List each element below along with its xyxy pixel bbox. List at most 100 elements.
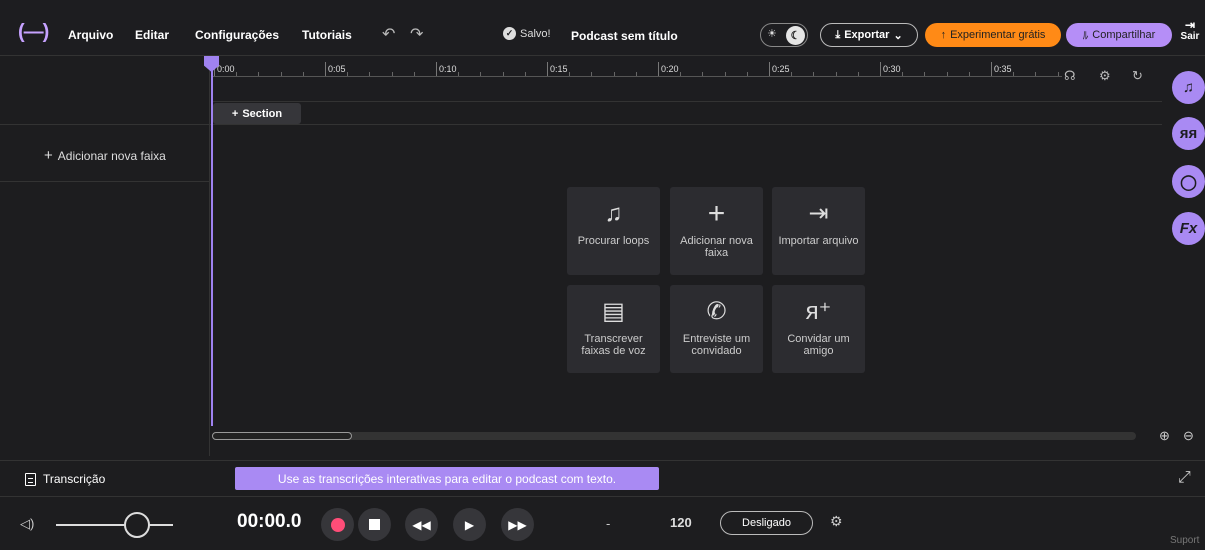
ruler-minor-tick <box>502 72 504 76</box>
share-button[interactable]: ﾙ Compartilhar <box>1066 23 1172 47</box>
ruler-minor-tick <box>236 72 238 76</box>
plus-icon: + <box>44 147 53 164</box>
transcription-bar: Transcrição Use as transcrições interati… <box>0 460 1205 496</box>
volume-slider-knob[interactable] <box>124 512 150 538</box>
music-icon[interactable]: ♫ <box>1172 71 1205 104</box>
bpm-value[interactable]: 120 <box>670 515 692 530</box>
ruler-minor-tick <box>302 72 304 76</box>
tile-add-track[interactable]: + Adicionar nova faixa <box>670 187 763 275</box>
scrollbar-thumb[interactable] <box>212 432 352 440</box>
plus-icon: + <box>707 197 726 230</box>
undo-icon[interactable]: ↶ <box>382 24 395 44</box>
phone-icon: ✆ <box>706 298 727 325</box>
rewind-icon: ◀◀ <box>412 517 431 532</box>
ruler-minor-tick <box>702 72 704 76</box>
ruler-minor-tick <box>458 72 460 76</box>
rewind-button[interactable]: ◀◀ <box>405 508 438 541</box>
saved-status: ✓ Salvo! <box>503 27 551 40</box>
collaborators-icon[interactable]: ᴙᴙ <box>1172 117 1205 150</box>
moon-icon: ☾ <box>786 26 805 45</box>
transcription-toggle[interactable]: Transcrição <box>25 472 105 486</box>
ruler-minor-tick <box>724 72 726 76</box>
tile-label: Procurar loops <box>577 235 650 247</box>
divider <box>0 181 210 182</box>
ruler-minor-tick <box>968 72 970 76</box>
tile-label: Convidar um amigo <box>787 333 850 357</box>
comments-icon[interactable]: ◯ <box>1172 165 1205 198</box>
tile-invite-friend[interactable]: ᴙ⁺ Convidar um amigo <box>772 285 865 373</box>
ruler-tick <box>991 62 992 76</box>
timeline-ruler[interactable]: 0:00 0:05 0:10 0:15 0:20 0:25 0:30 0:35 ☊ ⚙ ↻ <box>212 56 1202 100</box>
ruler-tick-label: 0:05 <box>328 64 346 74</box>
transcription-banner[interactable]: Use as transcrições interativas para edi… <box>235 467 659 490</box>
ruler-minor-tick <box>258 72 260 76</box>
sun-icon: ☀ <box>767 28 777 40</box>
add-section-button[interactable]: + Section <box>213 103 301 124</box>
top-bar: (—) Arquivo Editar Configurações Tutoria… <box>0 0 1205 56</box>
menu-tutoriais[interactable]: Tutoriais <box>302 28 352 42</box>
ruler-minor-tick <box>347 72 349 76</box>
support-link[interactable]: Suport <box>1170 535 1199 546</box>
record-button[interactable] <box>321 508 354 541</box>
track-list-panel <box>0 56 210 456</box>
try-free-button[interactable]: ↑ Experimentar grátis <box>925 23 1061 47</box>
ruler-tick <box>436 62 437 76</box>
ruler-minor-tick <box>369 72 371 76</box>
ruler-minor-tick <box>480 72 482 76</box>
export-button[interactable]: ⤓ Exportar ⌄ <box>820 23 918 47</box>
divider <box>0 124 1162 125</box>
settings-icon[interactable]: ⚙ <box>1099 68 1111 84</box>
expand-icon[interactable]: ⤢ <box>1178 469 1191 487</box>
app-logo[interactable]: (—) <box>18 22 49 42</box>
invite-user-icon: ᴙ⁺ <box>805 298 832 325</box>
add-track-label: Adicionar nova faixa <box>57 148 166 163</box>
menu-configuracoes[interactable]: Configurações <box>195 28 279 42</box>
ruler-minor-tick <box>391 72 393 76</box>
headphones-icon[interactable]: ☊ <box>1064 68 1076 84</box>
stop-icon <box>369 519 380 530</box>
tile-browse-loops[interactable]: ♫ Procurar loops <box>567 187 660 275</box>
ruler-tick-label: 0:15 <box>550 64 568 74</box>
forward-button[interactable]: ▶▶ <box>501 508 534 541</box>
tile-import-file[interactable]: ⇥ Importar arquivo <box>772 187 865 275</box>
ruler-tick <box>547 62 548 76</box>
zoom-in-icon[interactable]: ⊕ <box>1159 428 1170 444</box>
play-button[interactable]: ▶ <box>453 508 486 541</box>
project-title[interactable]: Podcast sem título <box>571 29 678 43</box>
zoom-out-icon[interactable]: ⊖ <box>1183 428 1194 444</box>
ruler-tick-label: 0:10 <box>439 64 457 74</box>
import-icon: ⇥ <box>808 200 829 227</box>
ruler-tick-label: 0:00 <box>217 64 235 74</box>
effects-icon[interactable]: Fx <box>1172 212 1205 245</box>
loop-icon[interactable]: ↻ <box>1132 68 1143 84</box>
add-track-link[interactable]: + Adicionar nova faixa <box>44 147 166 164</box>
exit-button[interactable]: ⇥ Sair <box>1178 19 1202 42</box>
metronome-toggle[interactable]: Desligado <box>720 511 813 535</box>
export-label: Exportar <box>844 29 890 41</box>
redo-icon[interactable]: ↷ <box>410 24 423 44</box>
volume-icon[interactable]: ◁) <box>20 516 34 532</box>
ruler-tick-label: 0:35 <box>994 64 1012 74</box>
tile-transcribe[interactable]: ▤ Transcrever faixas de voz <box>567 285 660 373</box>
menu-arquivo[interactable]: Arquivo <box>68 28 113 42</box>
ruler-baseline <box>212 76 1062 77</box>
play-icon: ▶ <box>464 517 475 532</box>
users-icon: ﾙ <box>1082 30 1089 42</box>
ruler-minor-tick <box>1035 72 1037 76</box>
volume-slider-track[interactable] <box>56 524 173 526</box>
stop-button[interactable] <box>358 508 391 541</box>
tile-interview[interactable]: ✆ Entreviste um convidado <box>670 285 763 373</box>
forward-icon: ▶▶ <box>508 517 527 532</box>
tile-label: Importar arquivo <box>778 235 859 247</box>
transcription-label: Transcrição <box>43 472 106 486</box>
document-icon <box>25 472 36 486</box>
tempo-placeholder[interactable]: - <box>606 516 610 531</box>
menu-editar[interactable]: Editar <box>135 28 169 42</box>
arrow-up-icon: ↑ <box>940 29 947 41</box>
section-label: Section <box>242 107 283 120</box>
ruler-tick <box>325 62 326 76</box>
ruler-tick-label: 0:25 <box>772 64 790 74</box>
gear-icon[interactable]: ⚙ <box>830 513 843 530</box>
theme-toggle[interactable]: ☀ ☾ <box>760 23 808 47</box>
check-circle-icon: ✓ <box>503 27 516 40</box>
